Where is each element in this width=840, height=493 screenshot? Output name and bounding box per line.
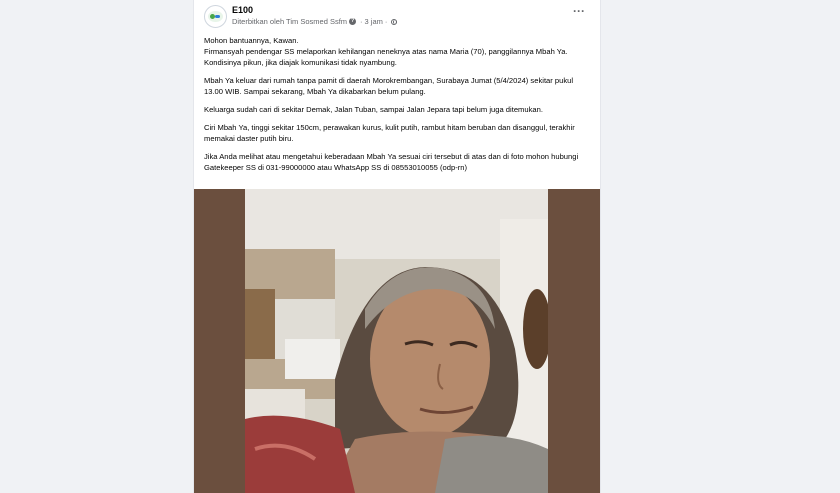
globe-icon bbox=[391, 18, 398, 25]
page-avatar[interactable] bbox=[204, 5, 227, 28]
post-paragraph: Firmansyah pendengar SS melaporkan kehil… bbox=[204, 47, 568, 67]
separator-dot: · bbox=[360, 17, 363, 26]
post-paragraph: Mohon bantuannya, Kawan. bbox=[204, 36, 299, 45]
post-photo-frame[interactable] bbox=[194, 189, 600, 493]
post-meta: Diterbitkan oleh Tim Sosmed Ssfm ? · 3 j… bbox=[232, 17, 398, 26]
facebook-post: E100 Diterbitkan oleh Tim Sosmed Ssfm ? … bbox=[193, 0, 601, 493]
more-horizontal-icon[interactable]: ··· bbox=[573, 5, 585, 17]
author-name[interactable]: E100 bbox=[232, 5, 253, 15]
avatar-logo-bar bbox=[215, 15, 220, 18]
post-paragraph: Mbah Ya keluar dari rumah tanpa pamit di… bbox=[204, 76, 574, 96]
separator-dot-2: · bbox=[384, 17, 388, 26]
post-text: Mohon bantuannya, Kawan. Firmansyah pend… bbox=[204, 35, 592, 180]
post-paragraph: Ciri Mbah Ya, tinggi sekitar 150cm, pera… bbox=[204, 123, 575, 143]
photo-illustration bbox=[245, 189, 548, 493]
post-time[interactable]: 3 jam bbox=[365, 17, 383, 26]
published-by-text[interactable]: Diterbitkan oleh Tim Sosmed Ssfm bbox=[232, 17, 347, 26]
post-photo[interactable] bbox=[245, 189, 548, 493]
post-header: E100 Diterbitkan oleh Tim Sosmed Ssfm ? … bbox=[194, 0, 600, 34]
post-paragraph: Jika Anda melihat atau mengetahui kebera… bbox=[204, 152, 579, 172]
post-paragraph: Keluarga sudah cari di sekitar Demak, Ja… bbox=[204, 105, 543, 114]
question-icon[interactable]: ? bbox=[349, 18, 357, 25]
